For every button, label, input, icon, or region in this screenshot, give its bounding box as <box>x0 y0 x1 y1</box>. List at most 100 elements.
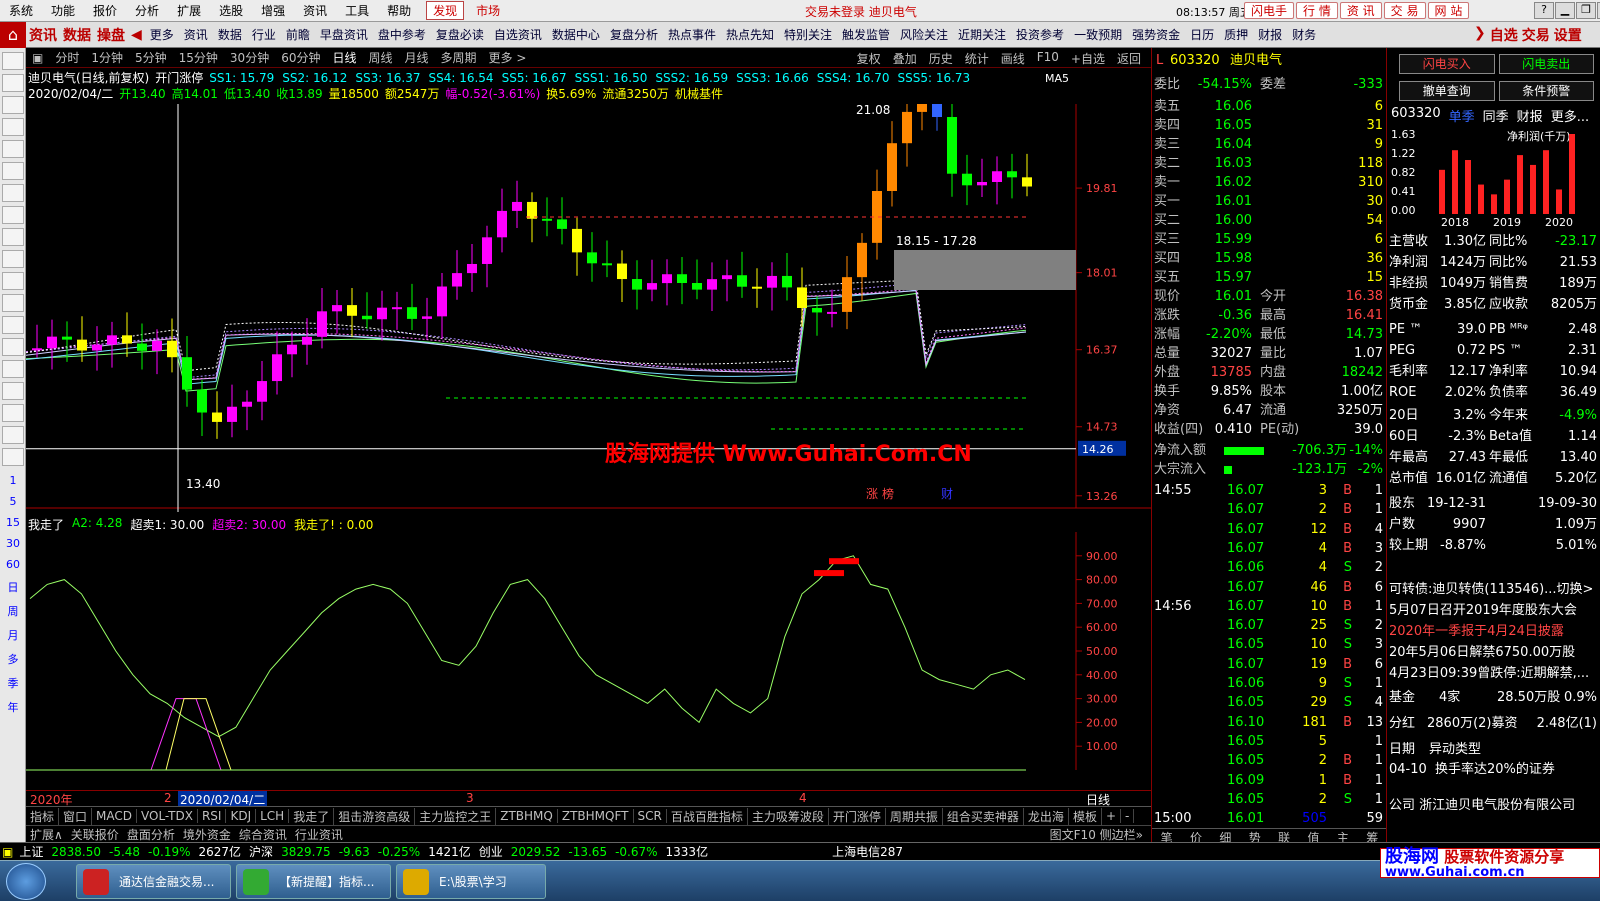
indicator-tab-4[interactable]: RSI <box>198 809 227 823</box>
menu-item-5[interactable]: 选股 <box>210 2 252 19</box>
menu-item-3[interactable]: 分析 <box>126 2 168 19</box>
toolbar-item-19[interactable]: 强势资金 <box>1127 26 1185 43</box>
news-row[interactable]: 4月23日09:39曾跌停:近期解禁,... <box>1387 664 1600 684</box>
event-label-1[interactable]: 榜 <box>882 486 894 501</box>
pen-icon[interactable] <box>2 448 24 466</box>
taskbar-item-2[interactable]: E:\股票\学习 <box>396 864 546 899</box>
layout-icon[interactable]: ▣ <box>26 51 49 65</box>
toolbar-item-8[interactable]: 自选资讯 <box>489 26 547 43</box>
period-tab-2[interactable]: 5分钟 <box>129 49 173 66</box>
chart-tool-6[interactable]: +自选 <box>1065 50 1111 67</box>
ext-tab-5[interactable]: 行业资讯 <box>291 826 347 843</box>
toolbar-item-11[interactable]: 热点事件 <box>663 26 721 43</box>
toolbar-item-16[interactable]: 近期关注 <box>953 26 1011 43</box>
left-period-0[interactable]: 1 <box>0 474 26 487</box>
market-tab[interactable]: 市场 <box>470 2 506 19</box>
taskbar-item-0[interactable]: 通达信金融交易... <box>76 864 231 899</box>
menu-item-4[interactable]: 扩展 <box>168 2 210 19</box>
left-period-6[interactable]: 周 <box>0 603 26 619</box>
event-label-0[interactable]: 涨 <box>866 486 878 501</box>
indicator-tab-1[interactable]: 窗口 <box>59 807 93 825</box>
indicator-tab-5[interactable]: KDJ <box>226 809 257 823</box>
toolbar-item-2[interactable]: 数据 <box>213 26 247 43</box>
list-icon[interactable] <box>2 140 24 158</box>
menu-item-6[interactable]: 增强 <box>252 2 294 19</box>
fund-tab-0[interactable]: 单季 <box>1449 106 1475 125</box>
toolbar-item-6[interactable]: 盘中参考 <box>373 26 431 43</box>
top-button-1[interactable]: 行 情 <box>1296 2 1338 19</box>
left-period-9[interactable]: 季 <box>0 675 26 691</box>
trade-button-0[interactable]: 闪电买入 <box>1399 54 1495 74</box>
fund-tab-3[interactable]: 更多... <box>1551 106 1589 125</box>
indicator-tab-6[interactable]: LCH <box>256 809 290 823</box>
toolbar-item-20[interactable]: 日历 <box>1185 26 1219 43</box>
toolbar-item-10[interactable]: 复盘分析 <box>605 26 663 43</box>
toolbar-item-4[interactable]: 前瞻 <box>281 26 315 43</box>
left-period-4[interactable]: 60 <box>0 558 26 571</box>
table-icon[interactable] <box>2 206 24 224</box>
indicator-tab-8[interactable]: 狙击游资高级 <box>334 807 416 825</box>
sub-indicator-chart[interactable]: 90.00 80.00 70.00 60.00 50.00 40.00 30.00 20.00… <box>26 532 1151 790</box>
trade-button-2[interactable]: 撤单查询 <box>1399 81 1495 101</box>
left-period-7[interactable]: 月 <box>0 627 26 643</box>
period-tab-4[interactable]: 30分钟 <box>224 49 275 66</box>
toolbar-item-5[interactable]: 早盘资讯 <box>315 26 373 43</box>
menu-item-0[interactable]: 系统 <box>0 2 42 19</box>
help-icon[interactable]: ? <box>1534 2 1554 19</box>
move-icon[interactable] <box>2 426 24 444</box>
target-icon[interactable] <box>2 338 24 356</box>
news-icon[interactable] <box>2 250 24 268</box>
indicator-tab-21[interactable]: - <box>1121 809 1135 823</box>
indicator-tab-15[interactable]: 开门涨停 <box>829 807 886 825</box>
indicator-tab-11[interactable]: ZTBHMQFT <box>558 809 634 823</box>
toolbar-item-18[interactable]: 一致预期 <box>1069 26 1127 43</box>
toolbar-item-15[interactable]: 风险关注 <box>895 26 953 43</box>
line-chart-icon[interactable] <box>2 162 24 180</box>
period-tab-5[interactable]: 60分钟 <box>275 49 326 66</box>
toolbar-item-14[interactable]: 触发监管 <box>837 26 895 43</box>
toolbar-right-0[interactable]: 自选 <box>1490 25 1518 45</box>
discover-tab[interactable]: 发现 <box>426 1 465 20</box>
toolbar-big-1[interactable]: 数据 <box>60 25 94 45</box>
toolbar-item-9[interactable]: 数据中心 <box>547 26 605 43</box>
period-tab-0[interactable]: 分时 <box>49 49 85 66</box>
chart-tool-0[interactable]: 复权 <box>851 50 887 67</box>
period-tab-6[interactable]: 日线 <box>326 49 362 66</box>
period-tab-3[interactable]: 15分钟 <box>173 49 224 66</box>
menu-item-9[interactable]: 帮助 <box>378 2 420 19</box>
toolbar-big-2[interactable]: 操盘 <box>94 25 128 45</box>
chevron-left-icon[interactable]: ◀ <box>131 27 142 43</box>
event-label-2[interactable]: 财 <box>941 487 953 501</box>
toolbar-item-7[interactable]: 复盘必读 <box>431 26 489 43</box>
left-period-5[interactable]: 日 <box>0 579 26 595</box>
filter-icon[interactable] <box>2 294 24 312</box>
indicator-tab-9[interactable]: 主力监控之王 <box>415 807 497 825</box>
ext-tab-2[interactable]: 盘面分析 <box>123 826 179 843</box>
indicator-tab-12[interactable]: SCR <box>634 809 667 823</box>
taskbar-item-1[interactable]: 【新提醒】指标... <box>236 864 391 899</box>
period-tab-8[interactable]: 月线 <box>399 49 435 66</box>
chart-tool-1[interactable]: 叠加 <box>887 50 923 67</box>
indicator-tab-14[interactable]: 主力吸筹波段 <box>748 807 829 825</box>
left-period-1[interactable]: 5 <box>0 495 26 508</box>
chart-tool-2[interactable]: 历史 <box>923 50 959 67</box>
period-tab-1[interactable]: 1分钟 <box>85 49 129 66</box>
arrow-down-icon[interactable] <box>2 96 24 114</box>
toolbar-item-17[interactable]: 投资参考 <box>1011 26 1069 43</box>
start-button-icon[interactable] <box>6 863 46 900</box>
f10-icon[interactable] <box>2 228 24 246</box>
top-button-3[interactable]: 交 易 <box>1383 2 1426 19</box>
left-period-10[interactable]: 年 <box>0 699 26 715</box>
indicator-tab-3[interactable]: VOL-TDX <box>137 809 198 823</box>
indicator-tab-7[interactable]: 我走了 <box>289 807 335 825</box>
index-1-field-0[interactable]: 沪深 <box>245 843 277 860</box>
toolbar-item-12[interactable]: 热点先知 <box>721 26 779 43</box>
ext-tab-1[interactable]: 关联报价 <box>67 826 123 843</box>
menu-item-8[interactable]: 工具 <box>336 2 378 19</box>
left-period-8[interactable]: 多 <box>0 651 26 667</box>
ext-tab-0[interactable]: 扩展∧ <box>26 826 67 843</box>
ma-label[interactable]: MA5 <box>1045 72 1069 85</box>
indicator-tab-0[interactable]: 指标 <box>26 807 60 825</box>
toolbar-right-1[interactable]: 交易 <box>1522 25 1550 45</box>
menu-item-1[interactable]: 功能 <box>42 2 84 19</box>
